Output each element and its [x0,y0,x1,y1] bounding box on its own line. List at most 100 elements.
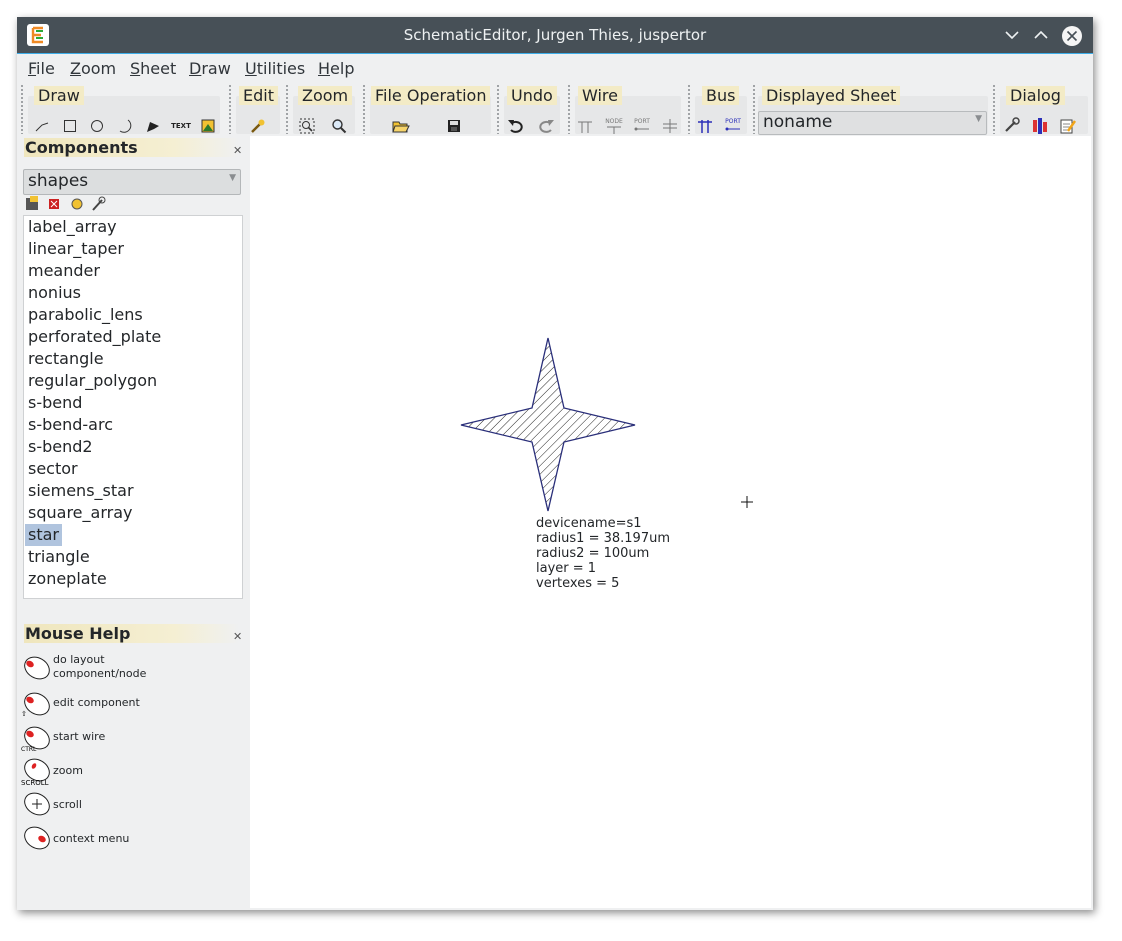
library-select-value: shapes [28,171,89,191]
draw-circle-icon[interactable] [87,118,107,134]
minimize-button[interactable] [1002,25,1022,45]
menu-file[interactable]: File [28,59,55,78]
list-item[interactable]: meander [28,260,100,282]
settings-wrench-icon[interactable] [1002,117,1022,134]
zoom-group-title: Zoom [298,86,353,105]
zoom-fit-icon[interactable] [297,118,317,134]
list-item[interactable]: regular_polygon [28,370,157,392]
wire-split-icon[interactable] [660,118,680,134]
list-item[interactable]: rectangle [28,348,104,370]
menu-zoom[interactable]: Zoom [70,59,116,78]
undo-group-title: Undo [507,86,557,105]
menu-sheet[interactable]: Sheet [130,59,176,78]
mouse-pan-icon [24,792,50,816]
open-folder-icon[interactable] [391,118,411,134]
wire-icon[interactable] [575,118,595,134]
toolbar-grip[interactable] [496,84,500,134]
list-item[interactable]: perforated_plate [28,326,161,348]
draw-line-icon[interactable] [32,118,52,134]
toolbar-grip[interactable] [285,84,289,134]
bus-port-icon[interactable]: PORT [722,118,744,134]
list-item[interactable]: zoneplate [28,568,107,590]
mouse-help-row: SCROLL zoom [21,756,241,788]
draw-polygon-icon[interactable] [143,118,163,134]
star-shape[interactable] [460,337,636,512]
zoom-magnifier-icon[interactable] [329,118,349,134]
notes-edit-icon[interactable] [1058,118,1078,134]
list-item[interactable]: nonius [28,282,81,304]
list-item[interactable]: s-bend [28,392,82,414]
component-edit-icon[interactable] [92,196,106,211]
mouse-help-text: zoom [53,764,83,777]
title-bar[interactable]: SchematicEditor, Jurgen Thies, juspertor [17,17,1093,54]
bus-group-title: Bus [702,86,740,105]
redo-icon[interactable] [536,118,556,134]
list-item[interactable]: sector [28,458,78,480]
toolbar-grip[interactable] [992,84,996,134]
left-dock-panel: Components ✕ shapes ▼ label_array linear… [17,136,250,910]
device-name-label: devicename=s1 [536,516,642,531]
list-item[interactable]: label_array [28,216,117,238]
menu-help[interactable]: Help [318,59,354,78]
chevron-down-icon: ▼ [975,114,982,124]
close-panel-icon[interactable]: ✕ [233,630,242,643]
mouse-help-row: CTRL start wire [21,722,241,754]
draw-text-icon[interactable]: TEXT [169,118,193,134]
toolbar-grip[interactable] [687,84,691,134]
wire-port-icon[interactable]: PORT [631,118,653,134]
draw-rectangle-icon[interactable] [60,118,80,134]
scroll-modifier-label: SCROLL [21,779,49,787]
radius1-label: radius1 = 38.197um [536,531,671,546]
list-item[interactable]: s-bend-arc [28,414,113,436]
list-item[interactable]: siemens_star [28,480,134,502]
bus-icon[interactable] [695,118,715,134]
component-list[interactable]: label_array linear_taper meander nonius … [23,215,243,599]
chevron-down-icon: ▼ [229,173,236,183]
menu-utilities[interactable]: Utilities [245,59,305,78]
mouse-help-title: Mouse Help [24,624,239,643]
list-item[interactable]: s-bend2 [28,436,93,458]
component-delete-icon[interactable] [49,199,59,209]
draw-group-title: Draw [34,86,84,105]
wire-node-icon[interactable]: NODE [603,118,625,134]
toolbar-grip[interactable] [228,84,232,134]
toolbar-grip[interactable] [567,84,571,134]
schematic-canvas[interactable]: devicename=s1 radius1 = 38.197um radius2… [250,136,1091,908]
toolbar-grip[interactable] [362,84,366,134]
layer-settings-icon[interactable] [1030,118,1050,134]
list-item[interactable]: linear_taper [28,238,124,260]
toolbar-grip[interactable] [20,84,24,134]
mouse-help-text: edit component [53,696,140,709]
close-panel-icon[interactable]: ✕ [233,144,242,157]
undo-icon[interactable] [506,118,526,134]
draw-bitmap-icon[interactable] [198,118,218,134]
component-generate-icon[interactable] [71,198,83,210]
mouse-help-text: start wire [53,730,106,743]
list-item[interactable]: parabolic_lens [28,304,143,326]
mouse-help-text: scroll [53,798,82,811]
list-item[interactable]: triangle [28,546,90,568]
component-tools [25,195,125,213]
component-add-icon[interactable] [26,196,38,210]
displayed-sheet-select[interactable]: noname ▼ [758,111,987,135]
component-library-select[interactable]: shapes ▼ [23,169,241,195]
list-item[interactable]: square_array [28,502,132,524]
shift-modifier-label: ⇧ [21,710,27,718]
radius2-label: radius2 = 100um [536,546,650,561]
menu-draw[interactable]: Draw [189,59,231,78]
mouse-help-row: do layout component/node [21,652,241,684]
file-group-title: File Operation [371,86,491,105]
draw-arc-icon[interactable] [115,118,135,134]
mouse-help-row: ⇧ edit component [21,688,241,720]
edit-wand-icon[interactable] [248,118,268,134]
application-window: SchematicEditor, Jurgen Thies, juspertor… [17,17,1093,910]
close-button[interactable] [1061,25,1082,46]
components-panel-title: Components [24,138,239,157]
save-icon[interactable] [444,118,464,134]
list-item-selected[interactable]: star [25,524,62,546]
zoom-toolgroup: Zoom [291,82,357,136]
draw-toolgroup: Draw TEXT [26,82,222,136]
toolbar: Draw TEXT Edit Zoom File Operation Undo … [17,82,1093,136]
layer-label: layer = 1 [536,561,597,576]
maximize-button[interactable] [1031,25,1051,45]
